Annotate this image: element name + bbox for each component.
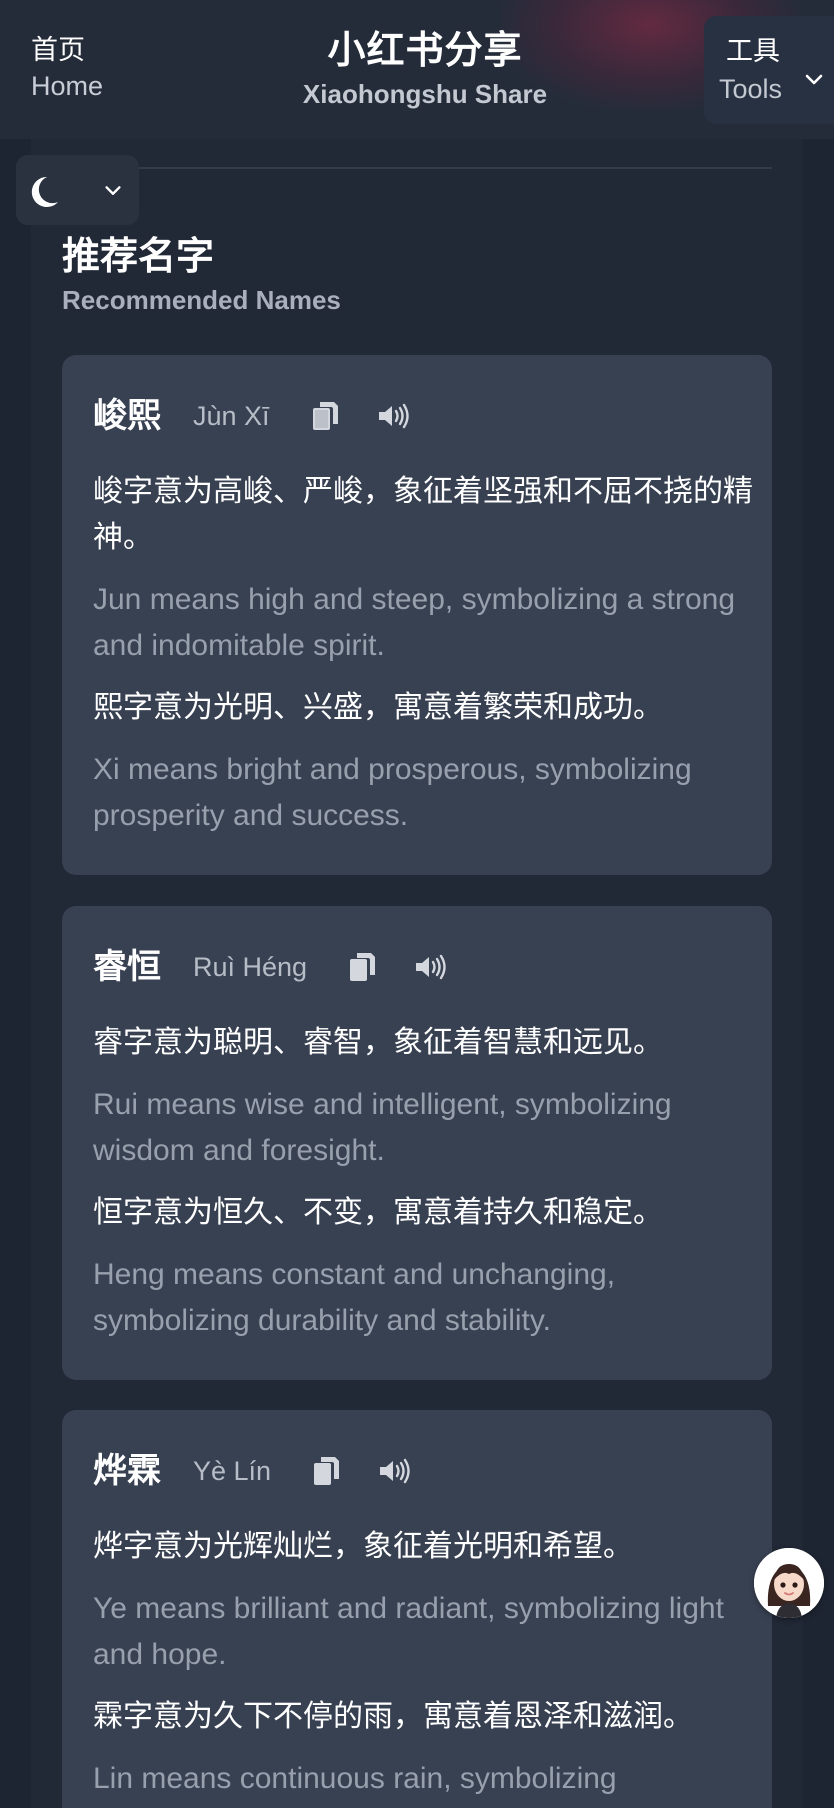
assistant-avatar[interactable] — [754, 1548, 824, 1618]
chevron-down-icon — [802, 68, 826, 97]
name-card-meanings: 烨字意为光辉灿烂，象征着光明和希望。 Ye means brilliant an… — [93, 1524, 753, 1802]
tools-menu-button[interactable]: 工具 Tools — [704, 16, 834, 124]
copy-icon[interactable] — [310, 400, 340, 432]
meaning-zh: 霖字意为久下不停的雨，寓意着恩泽和滋润。 — [93, 1700, 693, 1733]
chevron-down-icon — [102, 180, 124, 207]
meaning-en: Heng means constant and unchanging, symb… — [93, 1258, 616, 1337]
name-pinyin: Jùn Xī — [193, 401, 270, 431]
tools-label-en: Tools — [719, 74, 783, 104]
name-characters: 睿恒 — [93, 948, 161, 986]
speaker-icon[interactable] — [413, 952, 447, 982]
copy-icon[interactable] — [311, 1455, 341, 1487]
brand-title-zh: 小红书分享 — [327, 30, 523, 72]
nav-home-label-en: Home — [31, 71, 104, 101]
tools-label-zh: 工具 — [726, 36, 780, 66]
speaker-icon[interactable] — [377, 1456, 411, 1486]
meaning-zh: 烨字意为光辉灿烂，象征着光明和希望。 — [93, 1530, 633, 1563]
section-title-en: Recommended Names — [62, 285, 341, 315]
brand-title-en: Xiaohongshu Share — [302, 79, 548, 109]
meaning-en: Rui means wise and intelligent, symboliz… — [93, 1088, 672, 1167]
meaning-zh: 恒字意为恒久、不变，寓意着持久和稳定。 — [93, 1196, 663, 1229]
name-card: 峻熙 Jùn Xī 峻字意为高峻、严峻，象征着坚强和不屈不挠的精神。 Jun m… — [62, 355, 772, 875]
name-card-meanings: 峻字意为高峻、严峻，象征着坚强和不屈不挠的精神。 Jun means high … — [93, 469, 753, 839]
name-card: 睿恒 Ruì Héng 睿字意为聪明、睿智，象征着智慧和远见。 Rui mean… — [62, 906, 772, 1380]
theme-toggle-button[interactable] — [16, 155, 139, 225]
name-card-header: 睿恒 Ruì Héng — [93, 942, 447, 992]
site-brand[interactable]: 小红书分享 Xiaohongshu Share — [225, 26, 625, 112]
section-divider — [62, 167, 772, 169]
top-header: 首页 Home 小红书分享 Xiaohongshu Share 工具 Tools — [0, 0, 834, 139]
name-card-meanings: 睿字意为聪明、睿智，象征着智慧和远见。 Rui means wise and i… — [93, 1020, 753, 1344]
section-header: 推荐名字 Recommended Names — [62, 232, 341, 318]
name-card: 烨霖 Yè Lín 烨字意为光辉灿烂，象征着光明和希望。 Ye means br… — [62, 1410, 772, 1808]
speaker-icon[interactable] — [376, 401, 410, 431]
name-characters: 峻熙 — [93, 397, 161, 435]
meaning-zh: 熙字意为光明、兴盛，寓意着繁荣和成功。 — [93, 691, 663, 724]
meaning-en: Jun means high and steep, symbolizing a … — [93, 583, 736, 662]
meaning-zh: 睿字意为聪明、睿智，象征着智慧和远见。 — [93, 1026, 663, 1059]
copy-icon[interactable] — [347, 951, 377, 983]
meaning-en: Xi means bright and prosperous, symboliz… — [93, 753, 692, 832]
section-title-zh: 推荐名字 — [62, 236, 215, 278]
name-characters: 烨霖 — [93, 1452, 161, 1490]
nav-home-link[interactable]: 首页 Home — [31, 32, 103, 104]
name-card-header: 峻熙 Jùn Xī — [93, 391, 410, 441]
meaning-en: Ye means brilliant and radiant, symboliz… — [93, 1592, 724, 1671]
moon-icon — [30, 169, 72, 216]
name-card-header: 烨霖 Yè Lín — [93, 1446, 411, 1496]
name-pinyin: Yè Lín — [193, 1456, 272, 1486]
name-pinyin: Ruì Héng — [193, 952, 308, 982]
meaning-en: Lin means continuous rain, symbolizing — [93, 1762, 617, 1795]
nav-home-label-zh: 首页 — [31, 35, 85, 65]
meaning-zh: 峻字意为高峻、严峻，象征着坚强和不屈不挠的精神。 — [93, 475, 753, 554]
